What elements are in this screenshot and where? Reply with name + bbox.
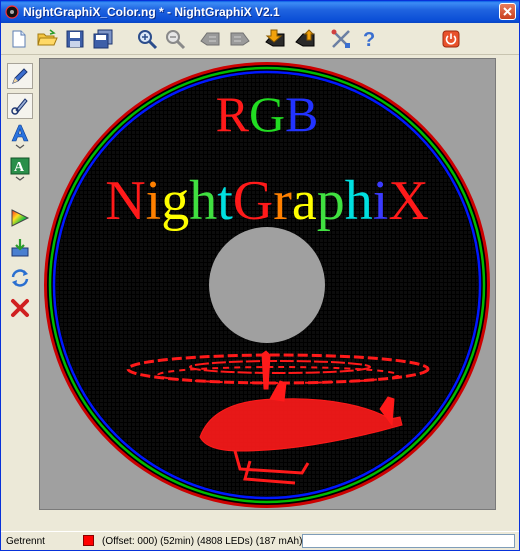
font-tool-button[interactable]: A [7,155,33,181]
rgb-letter: R [216,86,250,142]
open-button[interactable] [35,27,59,51]
refresh-icon [11,269,29,287]
app-icon [5,5,19,19]
current-color-swatch[interactable] [83,535,94,546]
status-bar: Getrennt (Offset: 000) (52min) (4808 LED… [1,531,519,550]
import-image-icon [11,239,29,257]
brush-icon [11,98,28,115]
disc-center-hole [209,227,325,343]
svg-text:?: ? [363,29,375,50]
window-title: NightGraphiX_Color.ng * - NightGraphiX V… [23,5,280,19]
delete-button[interactable] [7,295,33,321]
pencil-icon [12,68,28,84]
new-file-icon [12,30,26,48]
new-file-button[interactable] [7,27,31,51]
title-letter: i [373,170,389,232]
zoom-out-button[interactable] [163,27,187,51]
title-letter: a [292,170,317,232]
disc-info-text: (Offset: 000) (52min) (4808 LEDs) (187 m… [102,536,303,547]
title-letter: h [345,170,373,232]
tools-button[interactable] [329,27,353,51]
save-as-button[interactable] [91,27,115,51]
connection-status: Getrennt [6,536,45,547]
settings-tools-icon [331,29,350,48]
title-letter: G [233,170,273,232]
import-image-button[interactable] [7,235,33,261]
title-letter: i [146,170,162,232]
help-button[interactable]: ? [357,27,381,51]
close-icon [503,7,512,16]
gradient-icon [11,209,30,227]
cd-disc-preview[interactable]: RGB NightGraphiX [40,59,495,509]
delete-icon [11,299,29,317]
text-tool-icon [11,124,29,149]
rgb-letter: G [249,86,285,142]
title-letter: g [161,170,189,232]
upload-to-device-button[interactable] [263,27,287,51]
title-letter: r [273,170,292,232]
font-tool-icon: A [10,157,30,181]
rotate-left-button[interactable] [199,27,223,51]
main-toolbar: ? [1,23,519,55]
refresh-button[interactable] [7,265,33,291]
transfer-progress-bar [302,534,515,548]
window-close-button[interactable] [499,3,516,20]
title-letter: t [217,170,233,232]
drawing-canvas[interactable]: RGB NightGraphiX [39,58,496,510]
pencil-tool-button[interactable] [7,63,33,89]
save-as-icon [93,29,113,49]
download-from-device-icon [295,29,315,47]
rotate-right-icon [230,32,250,46]
zoom-in-icon [138,30,158,50]
zoom-in-button[interactable] [135,27,159,51]
rgb-letter: B [285,86,318,142]
gradient-tool-button[interactable] [7,205,33,231]
title-letter: X [388,170,428,232]
app-window: NightGraphiX_Color.ng * - NightGraphiX V… [0,0,520,551]
svg-text:A: A [14,160,25,175]
title-letter: h [189,170,217,232]
zoom-out-icon [166,30,186,50]
text-tool-button[interactable] [7,123,33,149]
rotate-left-icon [200,32,220,46]
save-button[interactable] [63,27,87,51]
upload-to-device-icon [265,29,285,47]
rgb-heading: RGB [216,86,319,142]
title-letter: N [105,170,145,232]
help-icon: ? [363,29,375,50]
download-from-device-button[interactable] [293,27,317,51]
title-letter: p [317,170,345,232]
power-off-icon [442,30,460,48]
nightgraphix-title: NightGraphiX [105,170,429,232]
brush-tool-button[interactable] [7,93,33,119]
power-off-button[interactable] [439,27,463,51]
save-icon [66,30,84,48]
title-bar[interactable]: NightGraphiX_Color.ng * - NightGraphiX V… [1,1,519,23]
rotate-right-button[interactable] [227,27,251,51]
open-folder-icon [37,29,58,46]
